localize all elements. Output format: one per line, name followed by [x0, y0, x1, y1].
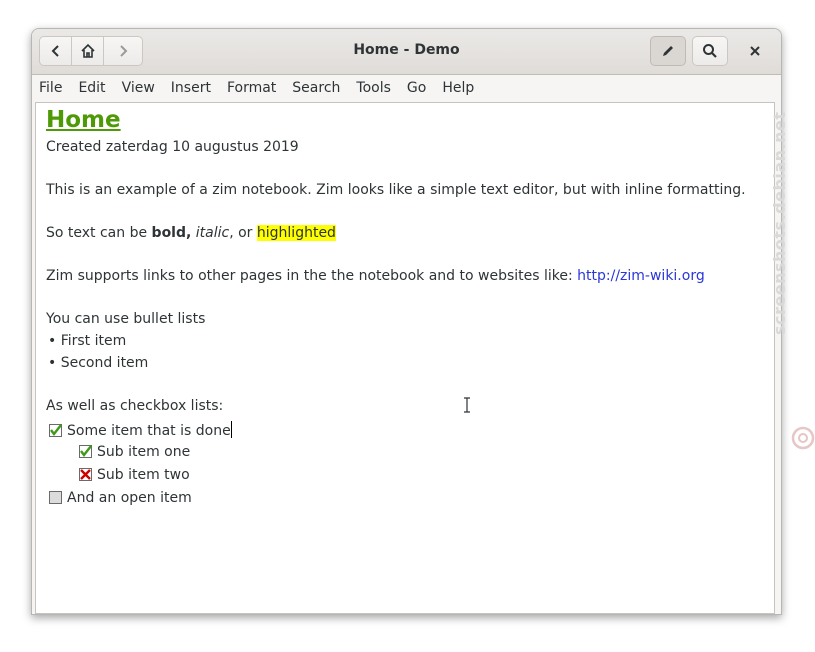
- mouse-ibeam-icon: [464, 397, 470, 413]
- checkbox-label: Some item that is done: [67, 423, 231, 439]
- search-icon: [703, 44, 717, 58]
- menu-view[interactable]: View: [114, 80, 163, 96]
- bullets-intro: You can use bullet lists: [46, 311, 206, 327]
- app-window: Home - Demo File Edit View Insert Format…: [31, 28, 782, 615]
- search-button[interactable]: [692, 36, 728, 66]
- formatting-sep2: , or: [229, 225, 257, 241]
- window-title: Home - Demo: [353, 42, 460, 58]
- italic-text: italic: [195, 225, 230, 241]
- created-line: Created zaterdag 10 augustus 2019: [46, 139, 299, 155]
- close-button[interactable]: [746, 42, 764, 60]
- formatting-prefix: So text can be: [46, 225, 152, 241]
- formatting-line: So text can be bold, italic, or highligh…: [46, 225, 336, 241]
- home-icon: [80, 43, 95, 58]
- menu-search[interactable]: Search: [284, 80, 348, 96]
- highlighted-text: highlighted: [256, 225, 336, 241]
- text-cursor: [230, 421, 232, 438]
- menu-edit[interactable]: Edit: [70, 80, 113, 96]
- chevron-right-icon: [120, 45, 128, 57]
- page-title: Home: [46, 107, 121, 133]
- checkbox-cancelled-icon[interactable]: [79, 468, 92, 481]
- checkbox-intro: As well as checkbox lists:: [46, 398, 224, 414]
- checkbox-item: Sub item two: [79, 467, 190, 483]
- checkbox-label: Sub item two: [97, 467, 190, 483]
- menu-format[interactable]: Format: [219, 80, 284, 96]
- forward-button[interactable]: [103, 36, 143, 66]
- menu-file[interactable]: File: [32, 80, 70, 96]
- checkbox-label: And an open item: [67, 490, 192, 506]
- pencil-icon: [663, 46, 673, 56]
- home-button[interactable]: [71, 36, 104, 66]
- zim-wiki-link[interactable]: http://zim-wiki.org: [577, 268, 705, 284]
- intro-paragraph: This is an example of a zim notebook. Zi…: [46, 182, 746, 198]
- watermark-text: screenshots.debian.net: [770, 111, 789, 335]
- checkbox-done-icon[interactable]: [79, 445, 92, 458]
- checkbox-open-icon[interactable]: [49, 491, 62, 504]
- menu-tools[interactable]: Tools: [348, 80, 399, 96]
- checkbox-item: Some item that is done: [49, 421, 232, 439]
- header-bar: Home - Demo: [32, 29, 781, 75]
- links-text: Zim supports links to other pages in the…: [46, 268, 578, 284]
- menu-insert[interactable]: Insert: [163, 80, 219, 96]
- close-icon: [750, 46, 760, 56]
- edit-toggle-button[interactable]: [650, 36, 686, 66]
- checkbox-item: And an open item: [49, 490, 192, 506]
- back-button[interactable]: [39, 36, 72, 66]
- bullet-item: • First item: [48, 333, 127, 349]
- checkbox-done-icon[interactable]: [49, 424, 62, 437]
- links-line: Zim supports links to other pages in the…: [46, 268, 705, 284]
- checkbox-label: Sub item one: [97, 444, 191, 460]
- menu-bar: File Edit View Insert Format Search Tool…: [32, 74, 781, 102]
- menu-help[interactable]: Help: [434, 80, 482, 96]
- chevron-left-icon: [51, 45, 59, 57]
- checkbox-item: Sub item one: [79, 444, 190, 460]
- debian-swirl-icon: [791, 426, 815, 450]
- bullet-item: • Second item: [48, 355, 149, 371]
- page-editor[interactable]: Home Created zaterdag 10 augustus 2019 T…: [35, 102, 775, 614]
- bold-text: bold,: [151, 225, 192, 241]
- menu-go[interactable]: Go: [399, 80, 434, 96]
